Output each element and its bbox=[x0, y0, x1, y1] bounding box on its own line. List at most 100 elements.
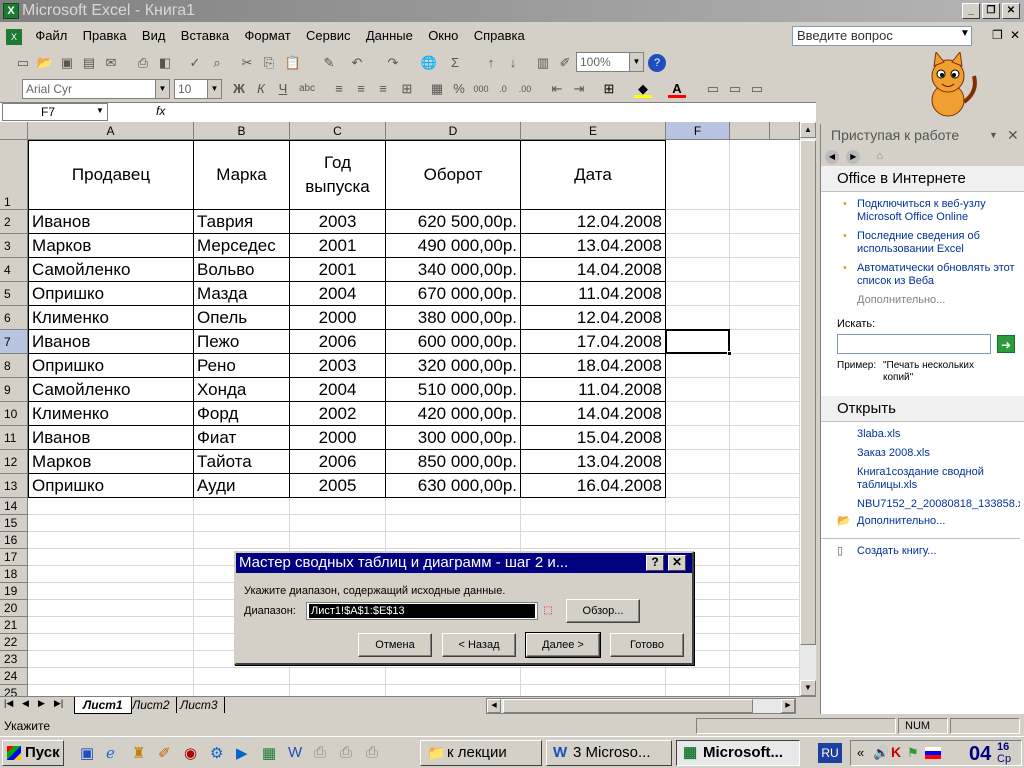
table-cell[interactable]: 490 000,00р. bbox=[386, 234, 521, 258]
row-header-14[interactable]: 14 bbox=[0, 498, 28, 515]
table-cell[interactable]: Опришко bbox=[28, 354, 194, 378]
increase-indent-icon[interactable]: ⇥ bbox=[570, 80, 588, 98]
sheet-tab-2[interactable]: Лист2 bbox=[126, 697, 177, 713]
next-button[interactable]: Далее > bbox=[525, 632, 601, 658]
table-header-cell[interactable]: Оборот bbox=[386, 140, 521, 210]
row-header-10[interactable]: 10 bbox=[0, 402, 28, 426]
table-cell[interactable]: Пежо bbox=[194, 330, 290, 354]
chart-wizard-icon[interactable]: ▥ bbox=[534, 54, 552, 72]
document-icon[interactable]: X bbox=[6, 28, 22, 45]
row-header-25[interactable]: 25 bbox=[0, 685, 28, 696]
table-cell[interactable]: Иванов bbox=[28, 210, 194, 234]
row-header-6[interactable]: 6 bbox=[0, 306, 28, 330]
table-cell[interactable]: Иванов bbox=[28, 330, 194, 354]
back-button[interactable]: < Назад bbox=[442, 633, 516, 657]
redo-icon[interactable]: ↷ bbox=[384, 54, 402, 72]
column-header-f[interactable]: F bbox=[666, 122, 730, 140]
table-cell[interactable]: Мазда bbox=[194, 282, 290, 306]
tray-expand-icon[interactable]: « bbox=[857, 745, 864, 760]
media-player-icon[interactable]: ▶ bbox=[236, 744, 248, 762]
merge-center-icon[interactable]: ⊞ bbox=[398, 80, 416, 98]
search-input[interactable] bbox=[837, 334, 991, 354]
new-icon[interactable]: ▭ bbox=[14, 54, 32, 72]
table-cell[interactable]: 670 000,00р. bbox=[386, 282, 521, 306]
table-header-cell[interactable]: Продавец bbox=[28, 140, 194, 210]
menu-data[interactable]: Данные bbox=[360, 24, 419, 48]
table-cell[interactable]: Форд bbox=[194, 402, 290, 426]
minimize-button[interactable]: _ bbox=[962, 3, 980, 19]
quicklaunch-icon-7[interactable]: ⎙ bbox=[366, 744, 378, 761]
align-left-icon[interactable]: ≡ bbox=[330, 80, 348, 98]
strikethrough-icon[interactable]: abc bbox=[298, 80, 316, 98]
collapse-dialog-icon[interactable]: ⬚ bbox=[540, 603, 556, 619]
taskbar-word[interactable]: W 3 Microso... bbox=[546, 740, 672, 766]
table-cell[interactable]: 2006 bbox=[290, 450, 386, 474]
table-cell[interactable]: 2005 bbox=[290, 474, 386, 498]
print-preview-icon[interactable]: ◧ bbox=[156, 54, 174, 72]
percent-icon[interactable]: % bbox=[450, 80, 468, 98]
more-link[interactable]: Дополнительно... bbox=[837, 294, 1016, 306]
table-cell[interactable]: 15.04.2008 bbox=[521, 426, 666, 450]
browse-button[interactable]: Обзор... bbox=[566, 599, 640, 623]
autosum-icon[interactable]: Σ bbox=[446, 54, 464, 72]
menu-view[interactable]: Вид bbox=[136, 24, 172, 48]
create-workbook-link[interactable]: ▯ Создать книгу... bbox=[837, 545, 1020, 558]
horizontal-scrollbar[interactable]: ◀ ▶ bbox=[486, 698, 796, 714]
table-cell[interactable]: 380 000,00р. bbox=[386, 306, 521, 330]
open-more-link[interactable]: 📂 Дополнительно... bbox=[837, 515, 1020, 528]
chevron-down-icon[interactable]: ▼ bbox=[207, 80, 221, 98]
table-cell[interactable]: Мерседес bbox=[194, 234, 290, 258]
table-cell[interactable]: 2002 bbox=[290, 402, 386, 426]
row-header-23[interactable]: 23 bbox=[0, 651, 28, 668]
row-header-21[interactable]: 21 bbox=[0, 617, 28, 634]
active-cell[interactable] bbox=[665, 329, 732, 356]
taskbar-excel[interactable]: ▦ Microsoft... bbox=[676, 740, 800, 766]
ie-icon[interactable]: ℯ bbox=[106, 744, 115, 762]
hyperlink-icon[interactable]: 🌐 bbox=[420, 54, 438, 72]
row-header-17[interactable]: 17 bbox=[0, 549, 28, 566]
column-header-c[interactable]: C bbox=[290, 122, 386, 140]
doc-restore-icon[interactable]: ❐ bbox=[992, 28, 1003, 42]
help-icon[interactable]: ? bbox=[646, 555, 664, 571]
help-icon[interactable]: ? bbox=[648, 54, 666, 72]
chevron-down-icon[interactable]: ▼ bbox=[155, 80, 169, 98]
table-cell[interactable]: Рено bbox=[194, 354, 290, 378]
volume-icon[interactable]: 🔊 bbox=[873, 745, 889, 761]
table-cell[interactable]: Тайота bbox=[194, 450, 290, 474]
currency-icon[interactable]: ▦ bbox=[428, 80, 446, 98]
table-cell[interactable]: 420 000,00р. bbox=[386, 402, 521, 426]
name-box[interactable]: F7 bbox=[2, 103, 108, 121]
thousands-icon[interactable]: 000 bbox=[472, 80, 490, 98]
toolbar-extra2-icon[interactable]: ▭ bbox=[726, 80, 744, 98]
table-cell[interactable]: 11.04.2008 bbox=[521, 282, 666, 306]
search-go-icon[interactable]: ➜ bbox=[997, 335, 1015, 353]
range-input[interactable]: Лист1!$A$1:$E$13 bbox=[306, 602, 538, 620]
menu-insert[interactable]: Вставка bbox=[175, 24, 235, 48]
table-cell[interactable]: 13.04.2008 bbox=[521, 234, 666, 258]
table-cell[interactable]: Вольво bbox=[194, 258, 290, 282]
row-header-4[interactable]: 4 bbox=[0, 258, 28, 282]
table-header-cell[interactable]: Дата bbox=[521, 140, 666, 210]
table-cell[interactable]: 2003 bbox=[290, 210, 386, 234]
scroll-right-icon[interactable]: ▶ bbox=[781, 699, 795, 713]
sort-desc-icon[interactable]: ↓ bbox=[504, 54, 522, 72]
table-cell[interactable]: Опель bbox=[194, 306, 290, 330]
italic-icon[interactable]: К bbox=[252, 80, 270, 98]
table-cell[interactable]: 12.04.2008 bbox=[521, 210, 666, 234]
next-sheet-icon[interactable]: ▶ bbox=[38, 698, 45, 709]
table-cell[interactable]: Иванов bbox=[28, 426, 194, 450]
recent-file-3[interactable]: Книга1создание сводной таблицы.xls bbox=[857, 466, 1020, 492]
scroll-left-icon[interactable]: ◀ bbox=[487, 699, 501, 713]
increase-decimal-icon[interactable]: .0 bbox=[494, 80, 512, 98]
recent-file-4[interactable]: NBU7152_2_20080818_133858.x bbox=[857, 498, 1020, 511]
column-header-a[interactable]: A bbox=[28, 122, 194, 140]
select-all-corner[interactable] bbox=[0, 122, 28, 140]
row-header-1[interactable]: 1 bbox=[0, 140, 28, 210]
scroll-up-icon[interactable]: ▲ bbox=[800, 122, 816, 138]
zoom-combo[interactable]: 100% ▼ bbox=[576, 52, 644, 72]
underline-icon[interactable]: Ч bbox=[274, 80, 292, 98]
quicklaunch-icon-2[interactable]: ✐ bbox=[158, 744, 171, 762]
network-icon[interactable]: ⚑ bbox=[907, 745, 919, 761]
table-cell[interactable]: 14.04.2008 bbox=[521, 258, 666, 282]
menu-window[interactable]: Окно bbox=[422, 24, 464, 48]
